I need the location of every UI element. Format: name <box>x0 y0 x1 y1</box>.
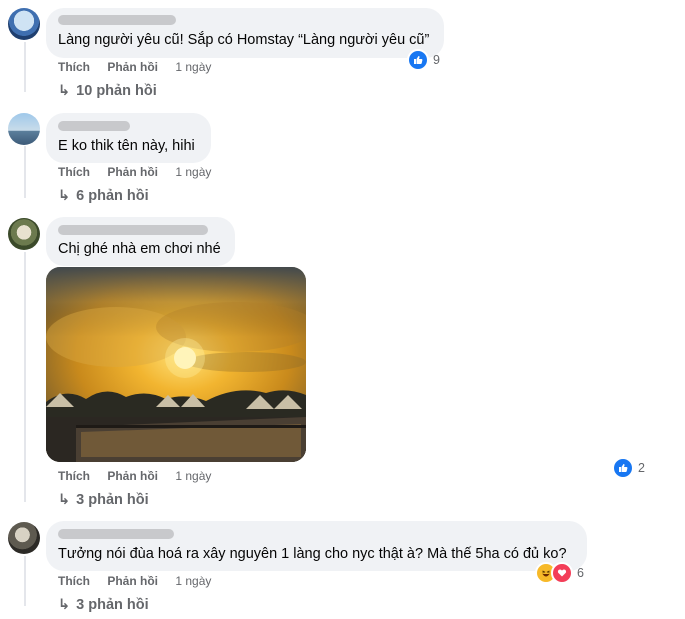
like-button[interactable]: Thích <box>58 574 90 588</box>
reply-arrow-icon: ↳ <box>58 188 71 204</box>
comment-bubble: Làng người yêu cũ! Sắp có Homstay “Làng … <box>46 8 444 58</box>
thread-line <box>24 146 26 198</box>
comment-bubble: E ko thik tên này, hihi <box>46 113 211 163</box>
reaction-count: 2 <box>638 461 645 475</box>
comment-actions: Thích Phản hồi 1 ngày <box>58 469 211 483</box>
comment-actions: Thích Phản hồi 1 ngày <box>58 165 211 179</box>
author-name[interactable] <box>58 121 130 131</box>
like-button[interactable]: Thích <box>58 60 90 74</box>
reaction-count: 9 <box>433 53 440 67</box>
author-name[interactable] <box>58 15 176 25</box>
reply-button[interactable]: Phản hồi <box>107 469 158 483</box>
reaction-count: 6 <box>577 566 584 580</box>
view-replies-button[interactable]: ↳ 10 phản hồi <box>58 83 157 99</box>
thread-line <box>24 252 26 502</box>
avatar[interactable] <box>8 522 40 554</box>
like-icon <box>612 457 634 479</box>
timestamp[interactable]: 1 ngày <box>175 60 211 74</box>
like-button[interactable]: Thích <box>58 469 90 483</box>
view-replies-button[interactable]: ↳ 6 phản hồi <box>58 188 149 204</box>
comment-text: Làng người yêu cũ! Sắp có Homstay “Làng … <box>58 32 430 48</box>
reply-button[interactable]: Phản hồi <box>107 60 158 74</box>
timestamp[interactable]: 1 ngày <box>175 574 211 588</box>
avatar[interactable] <box>8 218 40 250</box>
replies-label: 6 phản hồi <box>76 188 149 204</box>
reaction-summary[interactable]: 2 <box>612 457 645 479</box>
thread-line <box>24 556 26 606</box>
like-icon <box>407 49 429 71</box>
timestamp[interactable]: 1 ngày <box>175 165 211 179</box>
reply-button[interactable]: Phản hồi <box>107 574 158 588</box>
reply-arrow-icon: ↳ <box>58 597 71 613</box>
author-name[interactable] <box>58 225 208 235</box>
love-icon <box>551 562 573 584</box>
replies-label: 3 phản hồi <box>76 597 149 613</box>
reply-arrow-icon: ↳ <box>58 492 71 508</box>
comment-bubble: Chị ghé nhà em chơi nhé <box>46 217 235 266</box>
comment-text: Tưởng nói đùa hoá ra xây nguyên 1 làng c… <box>58 546 567 562</box>
comment-text: Chị ghé nhà em chơi nhé <box>58 241 221 257</box>
replies-label: 3 phản hồi <box>76 492 149 508</box>
timestamp[interactable]: 1 ngày <box>175 469 211 483</box>
view-replies-button[interactable]: ↳ 3 phản hồi <box>58 492 149 508</box>
view-replies-button[interactable]: ↳ 3 phản hồi <box>58 597 149 613</box>
comment-actions: Thích Phản hồi 1 ngày <box>58 60 211 74</box>
comment-text: E ko thik tên này, hihi <box>58 138 195 154</box>
comment-actions: Thích Phản hồi 1 ngày <box>58 574 211 588</box>
author-name[interactable] <box>58 529 174 539</box>
comment-photo[interactable] <box>46 267 306 462</box>
comment-bubble: Tưởng nói đùa hoá ra xây nguyên 1 làng c… <box>46 521 587 571</box>
avatar[interactable] <box>8 8 40 40</box>
replies-label: 10 phản hồi <box>76 83 157 99</box>
sunset-photo-image <box>46 267 306 462</box>
avatar[interactable] <box>8 113 40 145</box>
reaction-summary[interactable]: 9 <box>407 49 440 71</box>
reply-arrow-icon: ↳ <box>58 83 71 99</box>
like-button[interactable]: Thích <box>58 165 90 179</box>
thread-line <box>24 42 26 92</box>
reply-button[interactable]: Phản hồi <box>107 165 158 179</box>
reaction-summary[interactable]: 6 <box>535 562 584 584</box>
